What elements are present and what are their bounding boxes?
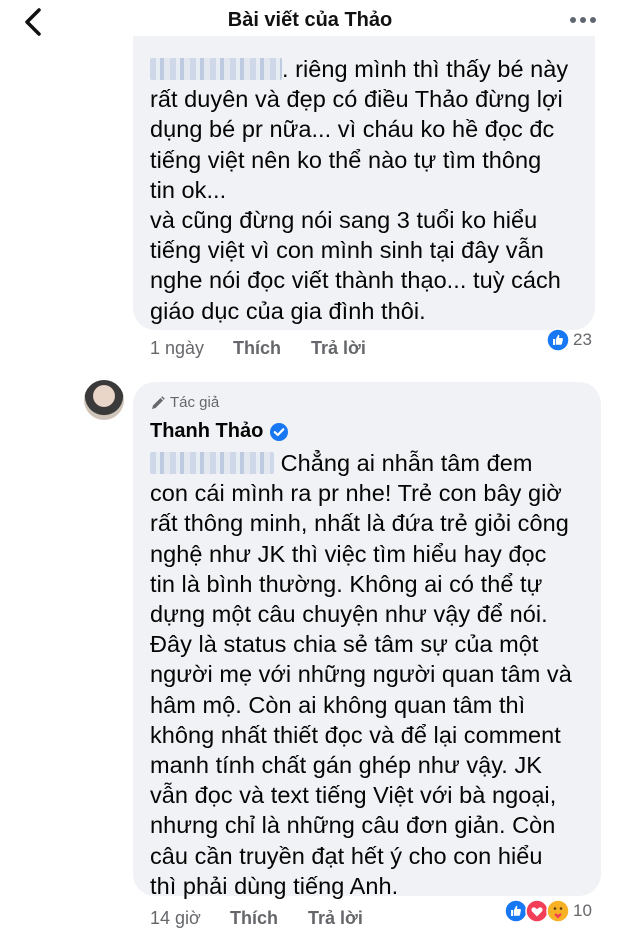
- author-name[interactable]: Thanh Thảo: [150, 420, 289, 443]
- reply-button[interactable]: Trả lời: [308, 908, 363, 929]
- pencil-icon: [152, 395, 165, 409]
- more-dots-icon: [570, 17, 596, 23]
- more-options-button[interactable]: [568, 10, 598, 30]
- comment-text: Chẳng ai nhẫn tâm đem con cái mình ra pr…: [150, 450, 572, 899]
- comment-text: . riêng mình thì thấy bé này rất duyên v…: [150, 56, 569, 324]
- redacted-username: [150, 452, 274, 474]
- comment-timestamp: 14 giờ: [150, 908, 201, 928]
- reaction-summary[interactable]: 10: [504, 896, 592, 926]
- reaction-count: 23: [573, 330, 592, 349]
- reaction-summary[interactable]: 23: [546, 326, 592, 354]
- author-avatar[interactable]: [84, 380, 124, 420]
- reply-button[interactable]: Trả lời: [311, 338, 366, 359]
- reaction-count: 10: [573, 901, 592, 920]
- care-reaction-icon: [546, 899, 570, 923]
- redacted-username: [150, 58, 282, 80]
- verified-badge-icon: [270, 422, 289, 441]
- like-reaction-icon: [546, 328, 570, 352]
- comment-timestamp: 1 ngày: [150, 338, 205, 358]
- author-badge: Tác giả: [150, 394, 219, 411]
- page-title: Bài viết của Thảo: [227, 9, 393, 31]
- like-button[interactable]: Thích: [233, 338, 281, 359]
- like-button[interactable]: Thích: [230, 908, 278, 929]
